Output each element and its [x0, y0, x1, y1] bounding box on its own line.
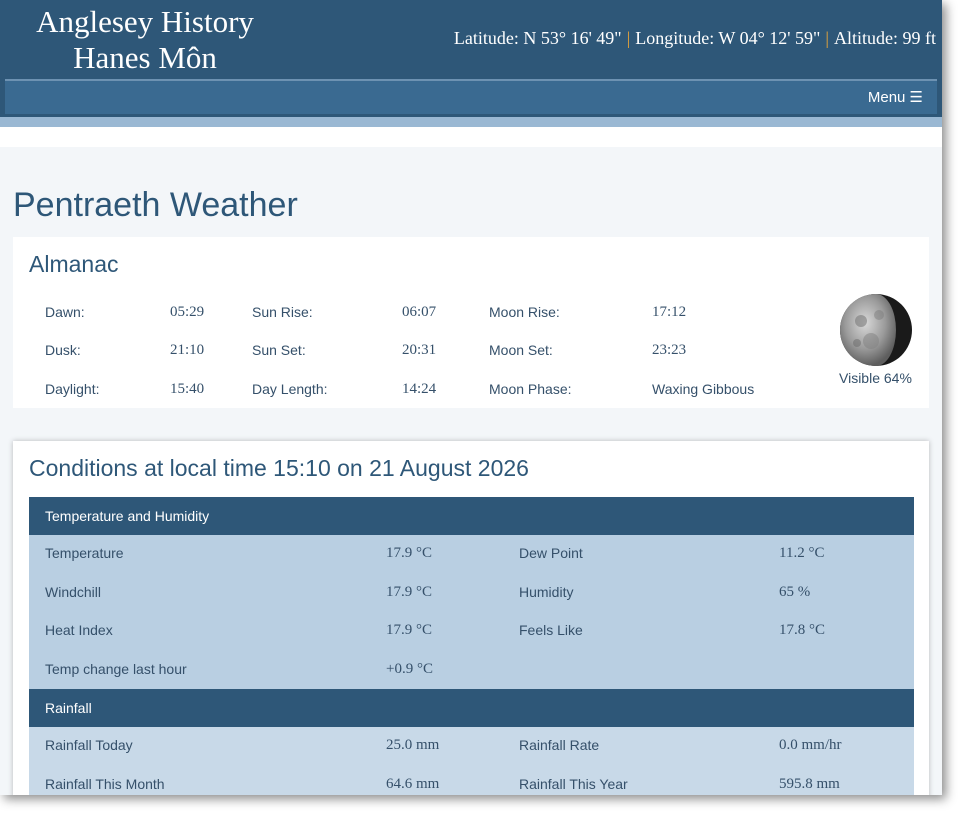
row-label: Rainfall Rate [519, 737, 600, 753]
longitude-text: Longitude: W 04° 12' 59" [635, 28, 821, 48]
row-label: Rainfall This Year [519, 775, 628, 792]
location-coordinates: Latitude: N 53° 16' 49" | Longitude: W 04°… [454, 28, 936, 49]
row-value: 65 % [779, 583, 811, 600]
separator: | [626, 28, 631, 48]
altitude-text: Altitude: 99 ft [834, 28, 936, 48]
moonrise-value: 17:12 [652, 304, 687, 320]
site-header: Anglesey History Hanes Môn Latitude: N 5… [0, 0, 942, 117]
sunrise-label: Sun Rise: [252, 304, 313, 320]
dawn-value: 05:29 [170, 304, 205, 320]
moonrise-label: Moon Rise: [489, 304, 560, 320]
row-value: 17.9 °C [386, 545, 433, 561]
table-row: Windchill 17.9 °C Humidity 65 % [29, 573, 914, 612]
row-label: Temp change last hour [45, 660, 187, 677]
nav-bar: Menu ☰ [5, 81, 937, 114]
row-label: Dew Point [519, 545, 583, 561]
page-title: Pentraeth Weather [13, 185, 298, 224]
daylight-label: Daylight: [45, 381, 100, 397]
dawn-label: Dawn: [45, 304, 85, 320]
header-gap [0, 127, 942, 147]
sunset-label: Sun Set: [252, 342, 306, 358]
conditions-panel: Conditions at local time 15:10 on 21 Aug… [13, 441, 929, 795]
menu-button[interactable]: Menu ☰ [868, 88, 923, 106]
daylight-value: 15:40 [170, 381, 205, 397]
separator: | [825, 28, 829, 48]
table-row: Temp change last hour +0.9 °C [29, 650, 914, 689]
row-label: Humidity [519, 583, 574, 600]
sunrise-value: 06:07 [402, 304, 437, 320]
dusk-value: 21:10 [170, 342, 205, 358]
moon-phase-icon [840, 294, 912, 366]
almanac-heading: Almanac [29, 251, 119, 277]
conditions-heading: Conditions at local time 15:10 on 21 Aug… [29, 455, 529, 481]
row-label: Rainfall Today [45, 737, 133, 753]
conditions-table: Temperature and Humidity Temperature 17.… [29, 497, 914, 795]
row-value: 0.0 mm/hr [779, 737, 842, 753]
site-title[interactable]: Anglesey History Hanes Môn [20, 4, 270, 76]
dusk-label: Dusk: [45, 342, 81, 358]
site-title-english[interactable]: Anglesey History [20, 4, 270, 40]
row-value: 17.9 °C [386, 583, 433, 600]
row-value: 11.2 °C [779, 545, 825, 561]
table-row: Rainfall Today 25.0 mm Rainfall Rate 0.0… [29, 727, 914, 766]
moon-visible-text: Visible 64% [839, 370, 912, 386]
sunset-value: 20:31 [402, 342, 437, 358]
moon-phase-value: Waxing Gibbous [652, 381, 755, 397]
section-header-rainfall: Rainfall [29, 689, 914, 727]
almanac-panel: Almanac Dawn: 05:29 Sun Rise: 06:07 Moon… [13, 237, 929, 408]
day-length-value: 14:24 [402, 381, 437, 397]
row-label: Temperature [45, 545, 124, 561]
table-row: Heat Index 17.9 °C Feels Like 17.8 °C [29, 612, 914, 651]
row-label: Feels Like [519, 622, 583, 638]
header-stripe [0, 117, 942, 127]
row-label: Windchill [45, 583, 102, 600]
row-value: 64.6 mm [386, 775, 440, 792]
table-row: Rainfall This Month 64.6 mm Rainfall Thi… [29, 765, 914, 795]
latitude-text: Latitude: N 53° 16' 49" [453, 28, 622, 48]
table-row: Temperature 17.9 °C Dew Point 11.2 °C [29, 535, 914, 574]
row-label: Heat Index [45, 622, 113, 638]
page: Anglesey History Hanes Môn Latitude: N 5… [0, 0, 942, 795]
site-title-welsh[interactable]: Hanes Môn [20, 40, 270, 76]
row-value: 17.9 °C [386, 622, 433, 638]
moonset-label: Moon Set: [489, 342, 553, 358]
row-value: +0.9 °C [386, 660, 433, 677]
section-header-temperature: Temperature and Humidity [29, 497, 914, 535]
moon-phase-label: Moon Phase: [489, 381, 572, 397]
moonset-value: 23:23 [652, 342, 687, 358]
row-value: 17.8 °C [779, 622, 826, 638]
row-value: 595.8 mm [779, 775, 840, 792]
row-value: 25.0 mm [386, 737, 440, 753]
row-label: Rainfall This Month [45, 775, 165, 792]
day-length-label: Day Length: [252, 381, 328, 397]
